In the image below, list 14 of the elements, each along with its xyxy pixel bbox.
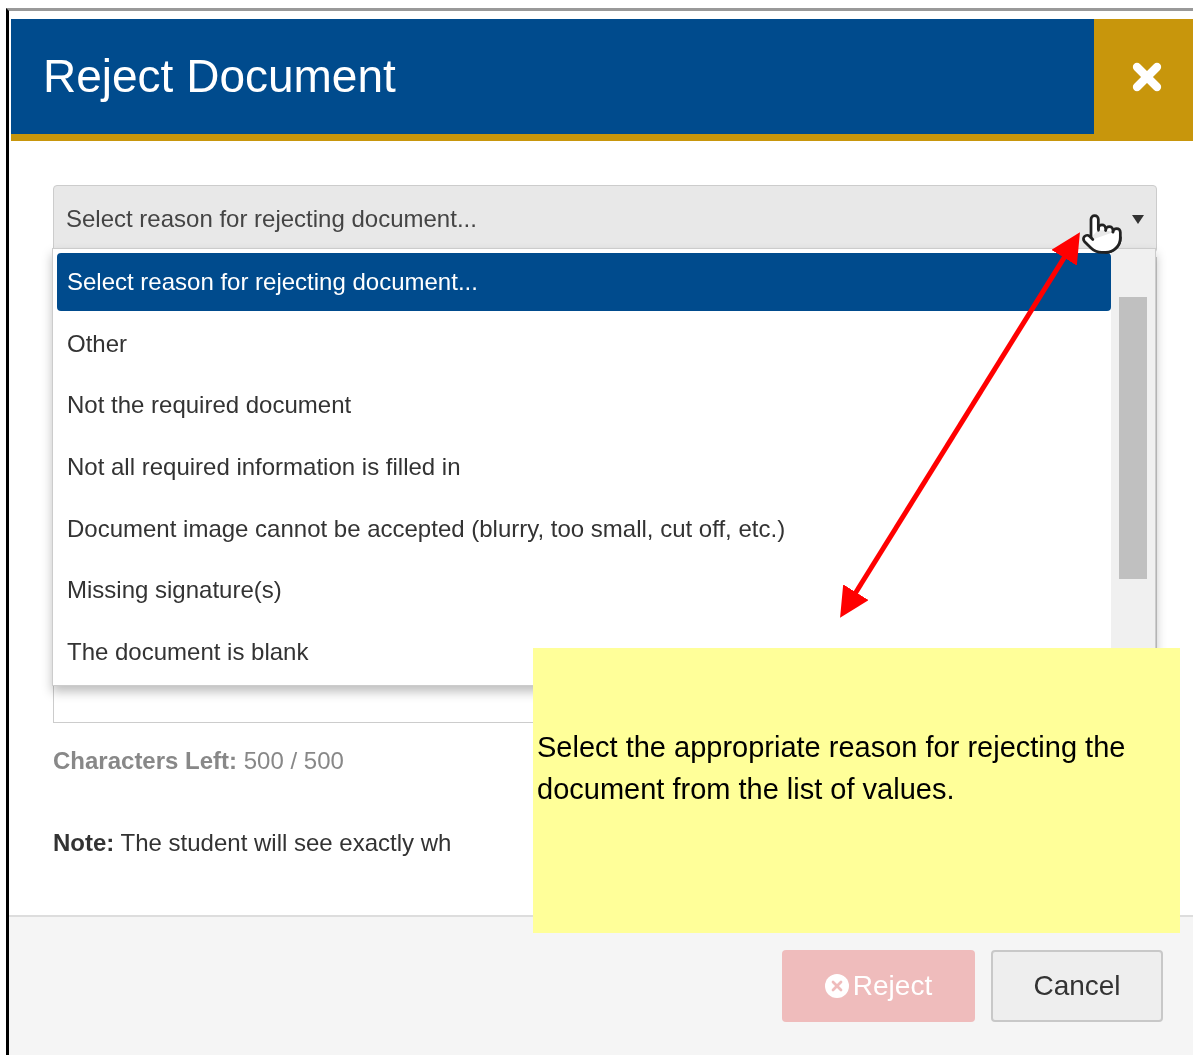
dropdown-option[interactable]: Not the required document	[57, 376, 362, 435]
dropdown-caret-icon	[1132, 214, 1144, 224]
dropdown-option[interactable]: Document image cannot be accepted (blurry, too small, cut off, etc.)	[57, 499, 796, 558]
dialog-title: Reject Document	[42, 49, 397, 104]
cancel-button[interactable]: Cancel	[991, 950, 1163, 1022]
dropdown-option[interactable]: The document is blank	[57, 623, 319, 682]
dropdown-option[interactable]: Select reason for rejecting document...	[57, 253, 1111, 311]
dropdown-option[interactable]: Not all required information is filled in	[57, 438, 471, 496]
close-button[interactable]	[1094, 19, 1193, 134]
callout-tooltip: Select the appropriate reason for rejecting the document from the list of values.	[533, 648, 1180, 933]
note-text: Note: The student will see exactly wh	[53, 828, 452, 858]
characters-left: Characters Left: 500 / 500	[53, 746, 344, 776]
dropdown-option[interactable]: Other	[57, 314, 138, 373]
dropdown-option[interactable]: Missing signature(s)	[57, 561, 292, 620]
